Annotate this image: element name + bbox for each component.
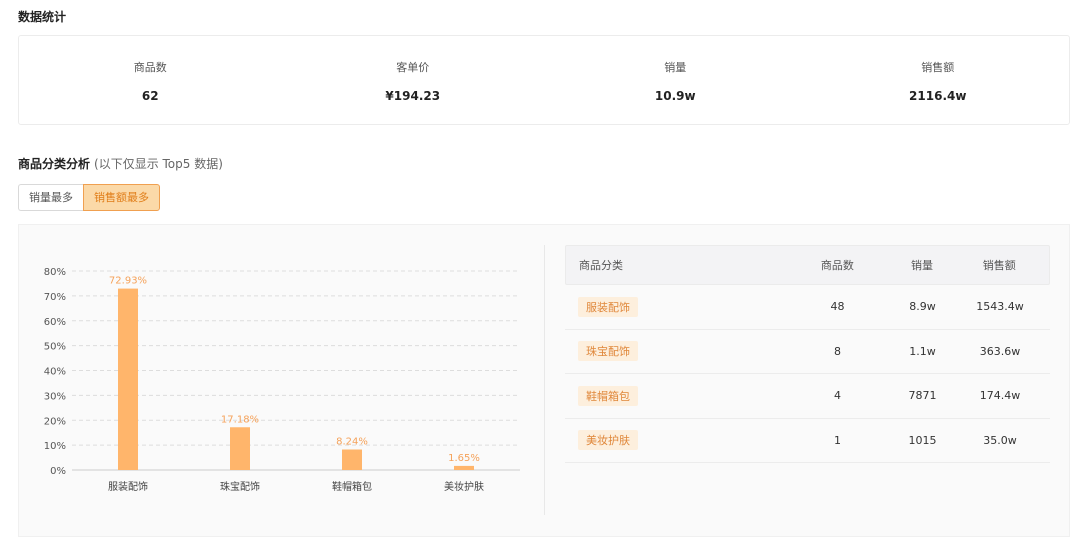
y-tick-label: 60% (44, 317, 66, 328)
cell-amount: 174.4w (979, 389, 1021, 403)
toggle-sales-volume-button[interactable]: 销量最多 (18, 184, 83, 211)
stat-value: ¥194.23 (385, 89, 441, 103)
data-label: 1.65% (448, 453, 480, 464)
table-row: 珠宝配饰 8 1.1w 363.6w (565, 330, 1050, 374)
y-tick-label: 80% (44, 267, 66, 278)
stat-value: 10.9w (654, 89, 696, 103)
cell-amount: 363.6w (979, 344, 1021, 358)
y-tick-label: 40% (44, 367, 66, 378)
cell-count: 4 (834, 389, 841, 403)
category-tag: 美妆护肤 (578, 430, 638, 451)
header-amount: 销售额 (982, 259, 1016, 272)
stat-value: 2116.4w (909, 89, 967, 103)
x-tick-label: 珠宝配饰 (220, 480, 260, 493)
category-tag: 鞋帽箱包 (578, 385, 638, 406)
y-tick-label: 10% (44, 441, 66, 452)
data-label: 8.24% (336, 437, 368, 448)
category-title-text: 商品分类分析 (18, 157, 91, 171)
cell-count: 48 (830, 300, 845, 314)
cell-volume: 1.1w (909, 344, 936, 358)
cell-volume: 8.9w (909, 300, 936, 314)
category-title-note: (以下仅显示 Top5 数据) (94, 157, 223, 171)
header-volume: 销量 (911, 259, 934, 272)
cell-count: 1 (834, 433, 841, 447)
y-tick-label: 0% (50, 466, 66, 477)
panel-divider (544, 245, 545, 515)
table-header: 商品分类 商品数 销量 销售额 (565, 245, 1050, 285)
stats-card: 商品数 62 客单价 ¥194.23 销量 10.9w 销售额 2116.4w (18, 35, 1070, 125)
cell-count: 8 (834, 344, 841, 358)
y-tick-label: 70% (44, 292, 66, 303)
data-label: 17.18% (221, 414, 259, 425)
y-tick-label: 20% (44, 416, 66, 427)
stat-sales-amount: 销售额 2116.4w (807, 36, 1070, 124)
table-row: 鞋帽箱包 4 7871 174.4w (565, 374, 1050, 419)
category-title: 商品分类分析 (以下仅显示 Top5 数据) (18, 155, 223, 172)
header-count: 商品数 (820, 259, 854, 272)
bar (118, 288, 138, 470)
bar (454, 465, 474, 470)
cell-volume: 7871 (908, 389, 937, 403)
stat-label: 销售额 (921, 61, 955, 74)
x-tick-label: 服装配饰 (108, 480, 148, 493)
stat-label: 商品数 (133, 61, 167, 74)
sort-toggle: 销量最多 销售额最多 (18, 184, 160, 211)
stat-sales-volume: 销量 10.9w (544, 36, 807, 124)
x-tick-label: 美妆护肤 (444, 480, 484, 493)
toggle-sales-amount-button[interactable]: 销售额最多 (83, 184, 160, 211)
table-row: 美妆护肤 1 1015 35.0w (565, 419, 1050, 463)
category-bar-chart: 0% 10% 20% 30% 40% 50% 60% 70% 80% 72.93% 服装配饰 17.1… (44, 267, 520, 493)
data-label: 72.93% (109, 276, 147, 287)
stat-value: 62 (141, 89, 159, 103)
header-category: 商品分类 (579, 259, 623, 272)
stat-product-count: 商品数 62 (19, 36, 282, 124)
category-table: 商品分类 商品数 销量 销售额 服装配饰 48 8.9w 1543.4w 珠宝配… (565, 245, 1050, 463)
category-tag: 珠宝配饰 (578, 341, 638, 362)
cell-amount: 1543.4w (976, 300, 1024, 314)
table-row: 服装配饰 48 8.9w 1543.4w (565, 285, 1050, 330)
stat-avg-order-price: 客单价 ¥194.23 (282, 36, 545, 124)
y-tick-label: 50% (44, 342, 66, 353)
stats-title: 数据统计 (18, 10, 67, 24)
x-tick-label: 鞋帽箱包 (332, 480, 372, 493)
bar (230, 427, 250, 470)
cell-volume: 1015 (908, 433, 937, 447)
stat-label: 客单价 (396, 61, 430, 74)
bar (342, 449, 362, 470)
y-tick-label: 30% (44, 391, 66, 402)
cell-amount: 35.0w (983, 433, 1017, 447)
stat-label: 销量 (664, 61, 687, 74)
category-tag: 服装配饰 (578, 296, 638, 317)
